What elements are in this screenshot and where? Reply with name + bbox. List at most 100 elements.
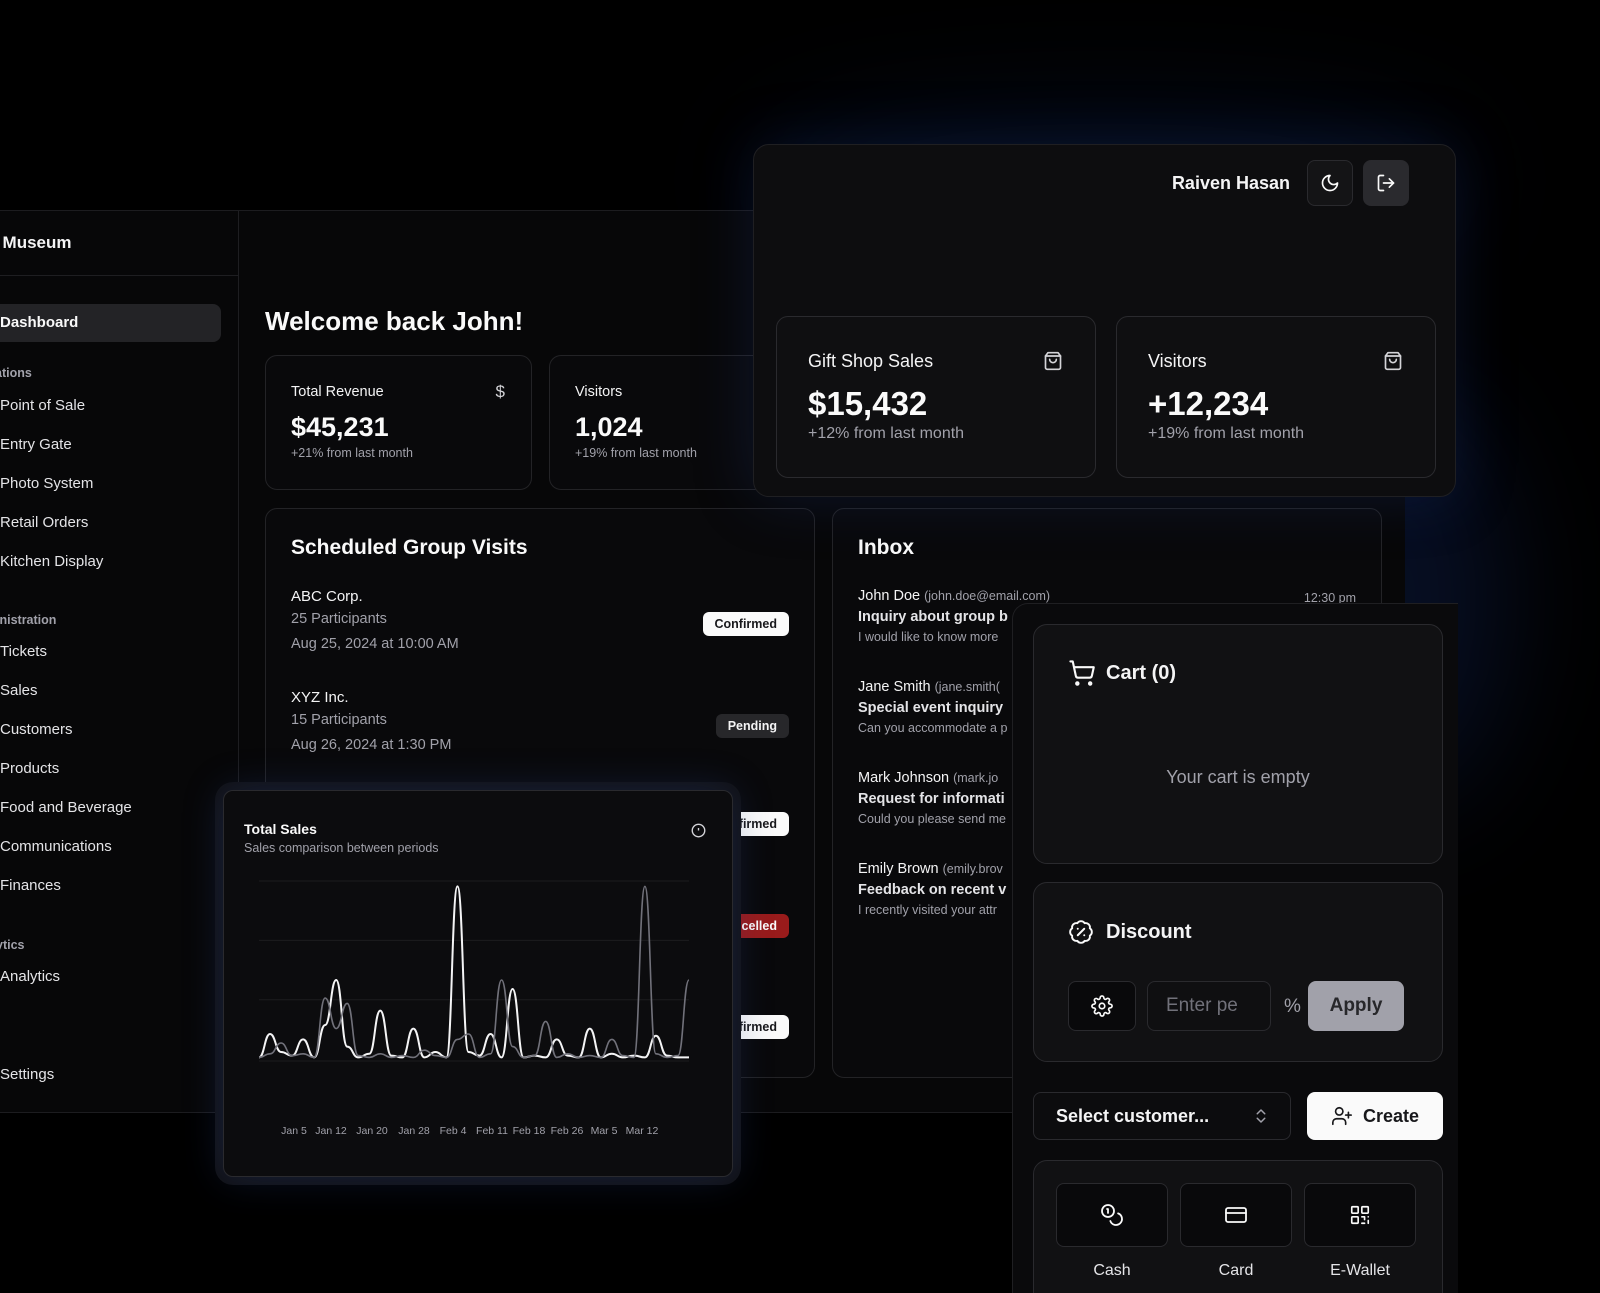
- sidebar-item-settings[interactable]: Settings: [0, 1066, 54, 1083]
- sidebar-item-analytics[interactable]: Analytics: [0, 968, 60, 985]
- sender-email: (emily.brov: [942, 862, 1003, 876]
- header-panel: Raiven Hasan Gift Shop Sales $15,432 +12…: [753, 144, 1456, 497]
- qr-code-icon: [1349, 1204, 1371, 1226]
- brand-name: he Museum: [0, 233, 72, 252]
- stat-title: Visitors: [575, 384, 623, 400]
- status-badge: Pending: [715, 714, 789, 738]
- section-title: Scheduled Group Visits: [291, 536, 528, 559]
- shopping-bag-icon: [1383, 351, 1403, 371]
- stat-title: Total Revenue: [291, 384, 384, 400]
- inbox-subject: Inquiry about group b: [858, 609, 1008, 625]
- create-customer-button[interactable]: Create: [1307, 1092, 1443, 1140]
- visit-participants: 15 Participants: [291, 712, 387, 728]
- sidebar-item-photo-system[interactable]: Photo System: [0, 475, 93, 492]
- discount-settings-button[interactable]: [1068, 981, 1136, 1031]
- pos-panel: Cart (0) Your cart is empty Discount % A…: [1012, 603, 1458, 1293]
- pay-ewallet-label: E-Wallet: [1330, 1262, 1390, 1279]
- inbox-subject: Request for informati: [858, 791, 1005, 807]
- x-tick-label: Mar 12: [626, 1125, 659, 1137]
- section-analytics: ytics: [0, 938, 25, 952]
- sidebar-item-products[interactable]: Products: [0, 760, 59, 777]
- inbox-preview: Can you accommodate a p: [858, 721, 1008, 735]
- sales-line-chart: Jan 5 Jan 12 Jan 20 Jan 28 Feb 4 Feb 11 Feb 18…: [258, 880, 690, 1137]
- discount-percent-input[interactable]: [1147, 981, 1271, 1031]
- x-tick-label: Feb 4: [440, 1125, 467, 1137]
- sidebar-item-retail-orders[interactable]: Retail Orders: [0, 514, 88, 531]
- stat-value: 1,024: [575, 412, 643, 442]
- inbox-preview: I recently visited your attr: [858, 903, 997, 917]
- status-badge: firmed: [734, 812, 789, 836]
- apply-discount-button[interactable]: Apply: [1308, 981, 1404, 1031]
- stat-value: +12,234: [1148, 385, 1269, 422]
- sender-email: (mark.jo: [953, 771, 999, 785]
- stat-change: +19% from last month: [1148, 425, 1305, 442]
- status-badge: Confirmed: [702, 612, 789, 636]
- coins-icon: [1100, 1203, 1124, 1227]
- logout-button[interactable]: [1363, 160, 1409, 206]
- x-tick-label: Jan 12: [315, 1125, 347, 1137]
- sidebar-item-kitchen-display[interactable]: Kitchen Display: [0, 553, 103, 570]
- x-tick-label: Jan 28: [398, 1125, 430, 1137]
- section-operations: ations: [0, 366, 32, 380]
- x-tick-label: Feb 11: [476, 1125, 508, 1137]
- inbox-sender[interactable]: Jane Smith (jane.smith(: [858, 679, 1000, 695]
- visit-name: ABC Corp.: [291, 588, 363, 605]
- sidebar-item-point-of-sale[interactable]: Point of Sale: [0, 397, 85, 414]
- status-badge: ncelled: [729, 914, 789, 938]
- pay-card-button[interactable]: [1180, 1183, 1292, 1247]
- sender-name: John Doe: [858, 588, 921, 604]
- pay-cash-label: Cash: [1093, 1262, 1131, 1279]
- stat-title: Gift Shop Sales: [808, 351, 934, 371]
- sidebar-item-finances[interactable]: Finances: [0, 877, 61, 894]
- chevrons-up-down-icon: [1252, 1106, 1270, 1126]
- sidebar-item-food-and-beverage[interactable]: Food and Beverage: [0, 799, 132, 816]
- sender-name: Mark Johnson: [858, 770, 950, 786]
- stat-value: $15,432: [808, 385, 928, 422]
- total-sales-chart-card: Total Sales Sales comparison between per…: [223, 790, 733, 1177]
- customer-select[interactable]: Select customer...: [1033, 1092, 1291, 1140]
- info-icon[interactable]: [691, 823, 706, 838]
- moon-icon: [1320, 173, 1340, 193]
- x-tick-label: Feb 26: [551, 1125, 584, 1137]
- x-tick-label: Jan 20: [356, 1125, 388, 1137]
- section-administration: inistration: [0, 613, 57, 627]
- sidebar-item-customers[interactable]: Customers: [0, 721, 73, 738]
- stat-card-total-revenue: Total Revenue $ $45,231 +21% from last m…: [265, 355, 532, 490]
- status-badge: firmed: [734, 1015, 789, 1039]
- sidebar-item-sales[interactable]: Sales: [0, 682, 38, 699]
- inbox-preview: I would like to know more: [858, 630, 999, 644]
- theme-toggle-button[interactable]: [1307, 160, 1353, 206]
- stat-value: $45,231: [291, 412, 389, 442]
- sender-email: (john.doe@email.com): [924, 589, 1051, 603]
- inbox-subject: Special event inquiry: [858, 700, 1004, 716]
- pay-cash-button[interactable]: [1056, 1183, 1168, 1247]
- pay-card-label: Card: [1218, 1262, 1254, 1279]
- x-tick-label: Jan 5: [281, 1125, 307, 1137]
- visit-date: Aug 25, 2024 at 10:00 AM: [291, 636, 459, 652]
- visit-date: Aug 26, 2024 at 1:30 PM: [291, 737, 452, 753]
- series-line-2: [258, 885, 690, 1059]
- sender-email: (jane.smith(: [934, 680, 1000, 694]
- inbox-sender[interactable]: Mark Johnson (mark.jo: [858, 770, 998, 786]
- sender-name: Jane Smith: [858, 679, 931, 695]
- discount-title: Discount: [1106, 921, 1192, 943]
- inbox-preview: Could you please send me: [858, 812, 1007, 826]
- sidebar-item-dashboard[interactable]: Dashboard: [0, 304, 221, 342]
- section-title: Inbox: [858, 536, 914, 559]
- inbox-sender[interactable]: Emily Brown (emily.brov: [858, 861, 1003, 877]
- divider: [0, 275, 238, 276]
- sidebar-item-tickets[interactable]: Tickets: [0, 643, 47, 660]
- x-tick-label: Mar 5: [591, 1125, 618, 1137]
- x-tick-label: Feb 18: [513, 1125, 546, 1137]
- payment-methods-card: Cash Card E-Wallet: [1033, 1160, 1443, 1293]
- discount-card: Discount % Apply: [1033, 882, 1443, 1062]
- chart-title: Total Sales: [244, 821, 317, 837]
- pay-ewallet-button[interactable]: [1304, 1183, 1416, 1247]
- inbox-sender[interactable]: John Doe (john.doe@email.com): [858, 588, 1050, 604]
- stat-card-visitors-total: Visitors +12,234 +19% from last month: [1116, 316, 1436, 478]
- user-plus-icon: [1331, 1105, 1353, 1127]
- cart-title: Cart (0): [1106, 662, 1177, 684]
- sidebar-item-entry-gate[interactable]: Entry Gate: [0, 436, 72, 453]
- credit-card-icon: [1224, 1203, 1248, 1227]
- sidebar-item-communications[interactable]: Communications: [0, 838, 112, 855]
